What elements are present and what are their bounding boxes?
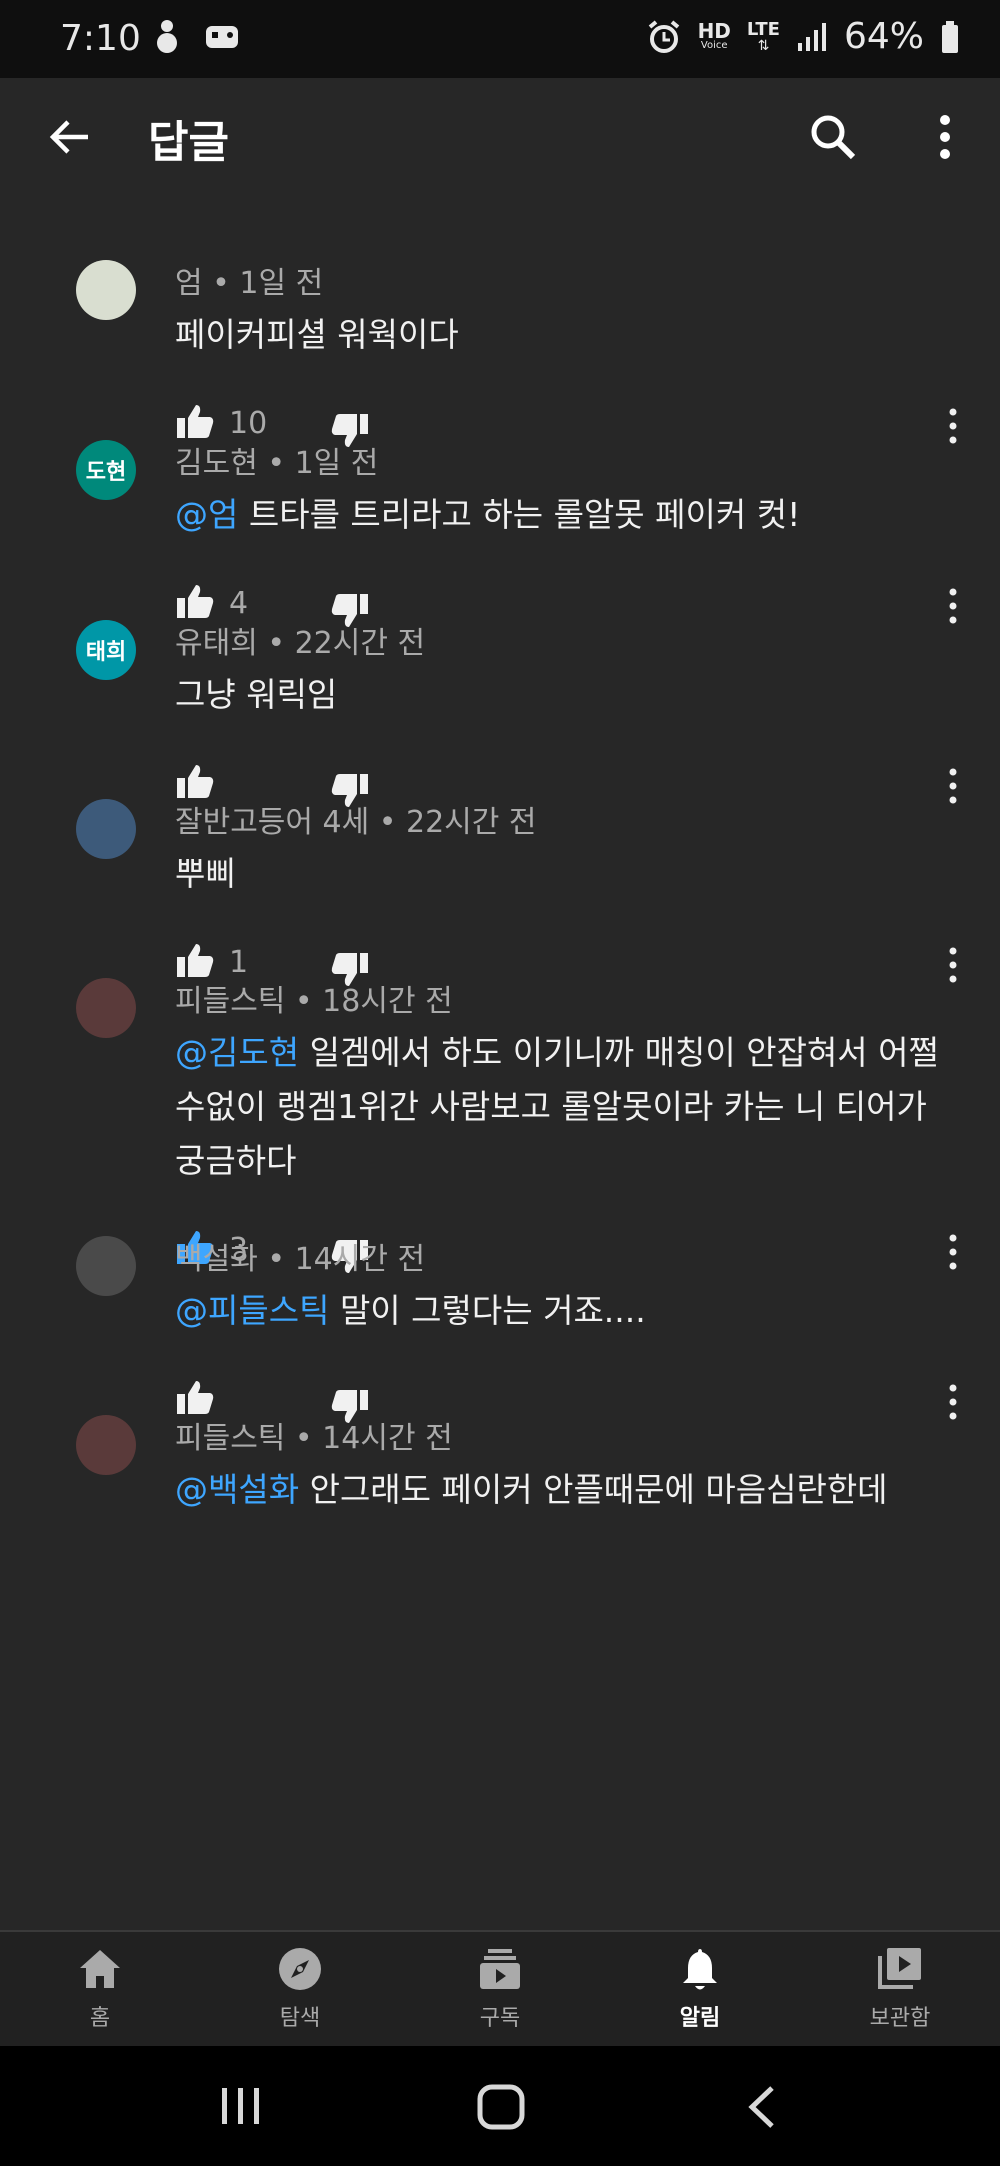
library-icon xyxy=(800,1944,1000,1994)
system-navigation-bar xyxy=(0,2046,1000,2166)
avatar[interactable] xyxy=(76,1415,136,1475)
nav-item-notifications[interactable]: 알림 xyxy=(600,1944,800,2032)
home-button-icon[interactable] xyxy=(477,2084,525,2130)
mention-link[interactable]: @백설화 xyxy=(175,1470,299,1509)
comment-author-time: 엄 • 1일 전 xyxy=(175,266,324,301)
snowman-icon xyxy=(157,20,177,53)
lte-label: LTE xyxy=(746,18,780,40)
comment-body: 뿌삐 xyxy=(175,854,236,893)
comment-author-time: 피들스틱 • 18시간 전 xyxy=(175,984,453,1019)
back-arrow-icon[interactable] xyxy=(44,112,94,162)
reply-list[interactable]: 엄 • 1일 전 페이커피셜 워웍이다 10 도현 김도현 • 1일 전 @엄 트타를 트… xyxy=(0,194,1000,1930)
battery-percent: 64% xyxy=(843,16,924,57)
comment-text: 페이커피셜 워웍이다 xyxy=(175,308,955,362)
lte-indicator: LTE ⇅ xyxy=(746,18,780,54)
notifications-icon xyxy=(600,1944,800,1994)
hd-label: HD xyxy=(697,19,731,43)
avatar[interactable]: 도현 xyxy=(76,440,136,500)
comment-author-time: 유태희 • 22시간 전 xyxy=(175,626,426,661)
avatar-initials: 도현 xyxy=(85,460,127,485)
status-time: 7:10 xyxy=(60,18,141,59)
nav-item-home[interactable]: 홈 xyxy=(0,1944,200,2032)
status-left-icons xyxy=(150,16,242,56)
nav-label: 구독 xyxy=(479,2006,521,2031)
comment-text: @백설화 안그래도 페이커 안플때문에 마음심란한데 xyxy=(175,1463,955,1517)
game-icon xyxy=(206,26,238,48)
avatar[interactable] xyxy=(76,260,136,320)
nav-label: 보관함 xyxy=(869,2006,931,2031)
comment-body: 안그래도 페이커 안플때문에 마음심란한데 xyxy=(299,1470,888,1509)
status-bar: 7:10 HD Voice LTE ⇅ 64% xyxy=(0,0,1000,78)
avatar[interactable] xyxy=(76,1236,136,1296)
comment-text: 뿌삐 xyxy=(175,847,955,901)
battery-icon xyxy=(942,20,958,53)
recent-apps-icon[interactable] xyxy=(218,2086,264,2126)
hd-voice-indicator: HD Voice xyxy=(697,19,731,51)
nav-label: 알림 xyxy=(679,2006,721,2031)
app-bar: 답글 xyxy=(0,78,1000,194)
comment-author-time: 피들스틱 • 14시간 전 xyxy=(175,1421,453,1456)
reply-comment: 피들스틱 • 14시간 전 @백설화 안그래도 페이커 안플때문에 마음심란한데 xyxy=(0,1349,1000,1617)
signal-icon xyxy=(797,22,826,51)
comment-body: 페이커피셜 워웍이다 xyxy=(175,315,459,354)
comment-text: @김도현 일겜에서 하도 이기니까 매칭이 안잡혀서 어쩔수없이 랭겜1위간 사… xyxy=(175,1026,955,1188)
comment-author-time: 잘반고등어 4세 • 22시간 전 xyxy=(175,805,537,840)
avatar[interactable]: 태희 xyxy=(76,620,136,680)
page-title: 답글 xyxy=(148,117,229,168)
nav-item-subscriptions[interactable]: 구독 xyxy=(400,1944,600,2032)
comment-author-time: 백설화 • 14시간 전 xyxy=(175,1242,426,1277)
nav-label: 홈 xyxy=(89,2006,111,2031)
subscriptions-icon xyxy=(400,1944,600,1994)
comment-text: @엄 트타를 트리라고 하는 롤알못 페이커 컷! xyxy=(175,488,955,542)
lte-arrows-icon: ⇅ xyxy=(757,37,770,54)
comment-body: 트타를 트리라고 하는 롤알못 페이커 컷! xyxy=(238,495,801,534)
avatar[interactable] xyxy=(76,978,136,1038)
comment-author-time: 김도현 • 1일 전 xyxy=(175,446,379,481)
avatar[interactable] xyxy=(76,799,136,859)
nav-item-explore[interactable]: 탐색 xyxy=(200,1944,400,2032)
search-icon[interactable] xyxy=(808,112,858,162)
hd-sub-label: Voice xyxy=(700,40,728,51)
bottom-navigation: 홈 탐색 구독 알림 보관함 xyxy=(0,1930,1000,2048)
comment-body: 그냥 워릭임 xyxy=(175,675,338,714)
nav-item-library[interactable]: 보관함 xyxy=(800,1944,1000,2032)
comment-text: 그냥 워릭임 xyxy=(175,668,955,722)
system-back-icon[interactable] xyxy=(744,2084,778,2130)
status-right-icons: HD Voice LTE ⇅ 64% xyxy=(646,16,960,57)
more-options-icon[interactable] xyxy=(925,112,965,162)
avatar-initials: 태희 xyxy=(85,640,127,665)
nav-label: 탐색 xyxy=(279,2006,321,2031)
comment-text: @피들스틱 말이 그렇다는 거죠.... xyxy=(175,1284,955,1338)
alarm-icon xyxy=(648,19,679,53)
explore-icon xyxy=(200,1944,400,1994)
comment-body: 말이 그렇다는 거죠.... xyxy=(329,1291,646,1330)
mention-link[interactable]: @김도현 xyxy=(175,1033,299,1072)
mention-link[interactable]: @피들스틱 xyxy=(175,1291,329,1330)
mention-link[interactable]: @엄 xyxy=(175,495,238,534)
home-icon xyxy=(0,1944,200,1994)
